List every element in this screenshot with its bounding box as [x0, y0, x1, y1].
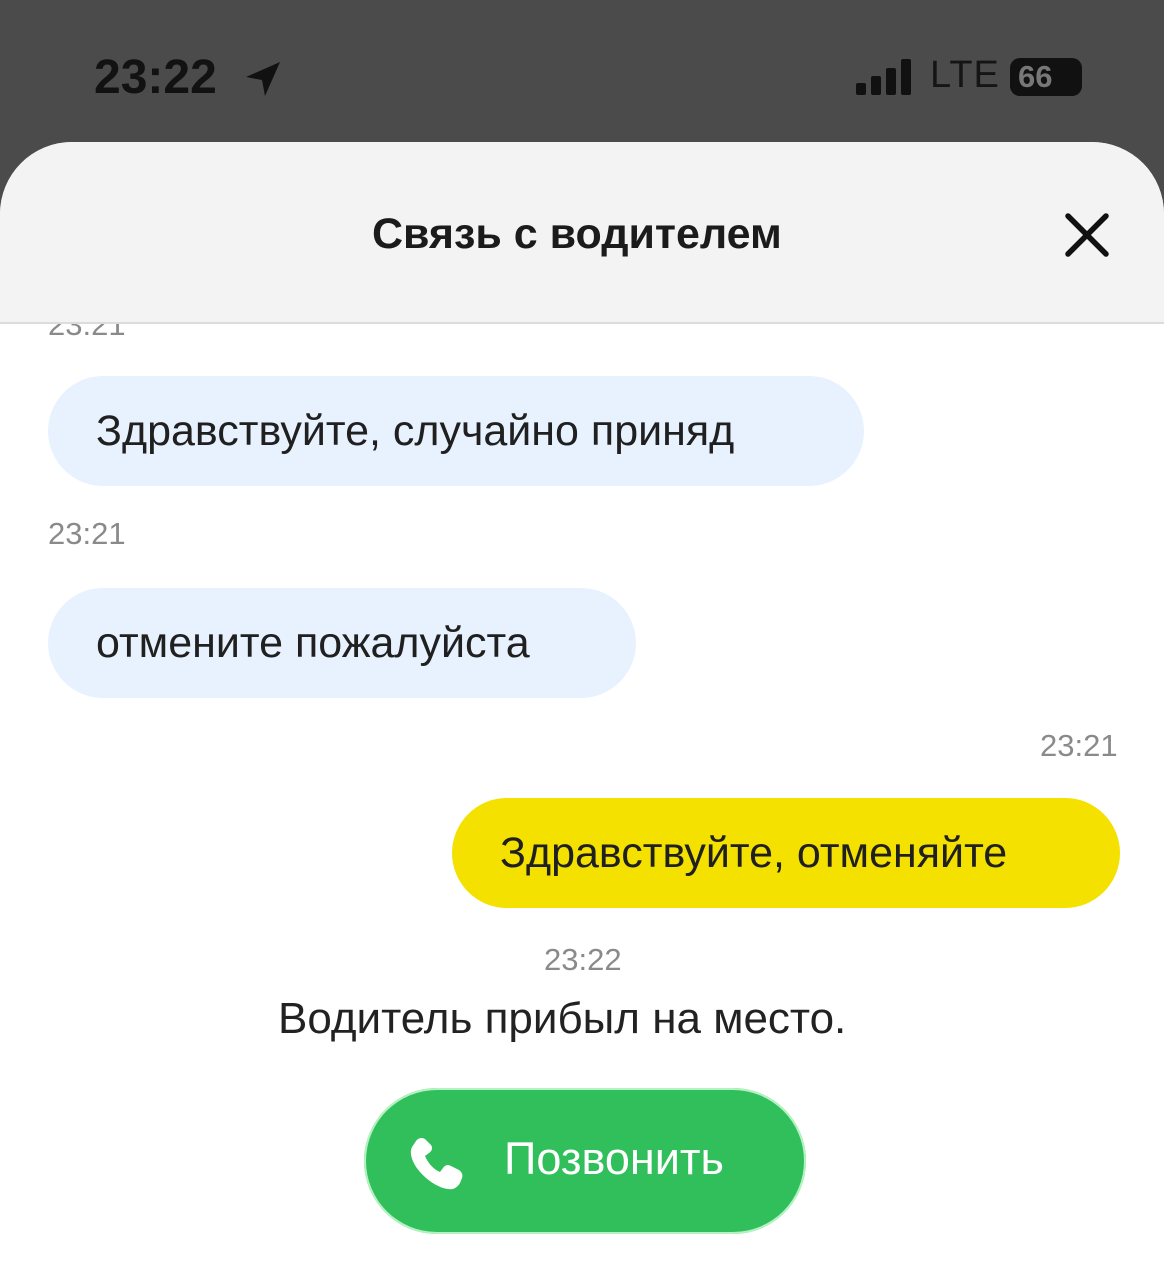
driver-chat-sheet: Связь с водителем 23:21 Здравствуйте, сл…	[0, 142, 1164, 1263]
sheet-header: Связь с водителем	[0, 142, 1164, 324]
network-label: LTE	[930, 54, 1000, 96]
page-title: Связь с водителем	[372, 210, 782, 258]
call-button-label: Позвонить	[504, 1133, 724, 1184]
status-bar: 23:22 LTE 66	[0, 0, 1164, 150]
close-icon	[1065, 213, 1109, 257]
status-time: 23:22	[94, 51, 217, 104]
location-arrow-icon	[246, 62, 280, 96]
message-text: Здравствуйте, отменяйте	[500, 829, 1008, 877]
signal-bars-icon	[856, 59, 911, 95]
call-driver-button[interactable]: Позвонить	[364, 1088, 806, 1234]
outgoing-message: Здравствуйте, отменяйте	[452, 798, 1120, 908]
phone-icon	[410, 1137, 463, 1190]
message-text: отмените пожалуйста	[96, 619, 530, 667]
close-button[interactable]	[1058, 206, 1116, 264]
battery-icon: 66	[1010, 58, 1082, 96]
message-timestamp: 23:21	[48, 516, 126, 551]
incoming-message: Здравствуйте, случайно приняд	[48, 376, 864, 486]
incoming-message: отмените пожалуйста	[48, 588, 636, 698]
message-text: Здравствуйте, случайно приняд	[96, 407, 735, 455]
driver-chat-screen: 23:22 LTE 66 Связь с водителем 23:21 Здр…	[0, 0, 1164, 1263]
driver-arrived-message: Водитель прибыл на место.	[278, 994, 847, 1043]
system-event-timestamp: 23:22	[544, 942, 622, 977]
message-timestamp: 23:21	[1040, 728, 1118, 763]
